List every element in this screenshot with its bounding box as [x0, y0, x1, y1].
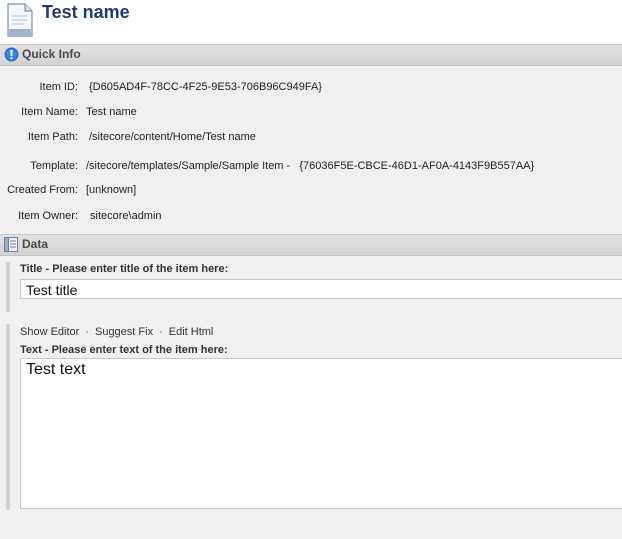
- item-id-label: Item ID:: [39, 81, 78, 93]
- edit-html-link[interactable]: Edit Html: [169, 326, 214, 338]
- item-path-label: Item Path:: [27, 131, 78, 143]
- created-from-row: Created From: [unknown]: [0, 184, 622, 200]
- title-input[interactable]: Test title: [20, 279, 622, 299]
- title-field-marker: [6, 262, 10, 312]
- item-owner-value: sitecore\admin: [90, 210, 162, 222]
- suggest-fix-link[interactable]: Suggest Fix: [95, 326, 153, 338]
- link-separator: ·: [85, 326, 89, 338]
- info-icon: [4, 47, 19, 62]
- item-name-row: Item Name: Test name: [0, 106, 622, 122]
- data-icon: [4, 237, 18, 252]
- text-field-marker: [6, 324, 10, 510]
- item-id-row: Item ID: {D605AD4F-78CC-4F25-9E53-706B96…: [0, 81, 622, 97]
- created-from-label: Created From:: [7, 184, 78, 196]
- item-owner-row: Item Owner: sitecore\admin: [0, 210, 622, 226]
- template-link[interactable]: /sitecore/templates/Sample/Sample Item -…: [86, 160, 534, 172]
- item-header: Test name: [0, 0, 622, 44]
- item-name-label: Item Name:: [21, 106, 78, 118]
- text-editor-links: Show Editor · Suggest Fix · Edit Html: [20, 326, 213, 338]
- template-row: Template: /sitecore/templates/Sample/Sam…: [0, 160, 622, 176]
- link-separator: ·: [159, 326, 163, 338]
- page-title: Test name: [42, 2, 130, 22]
- item-id-value: {D605AD4F-78CC-4F25-9E53-706B96C949FA}: [89, 81, 322, 93]
- document-icon: [7, 3, 33, 37]
- item-path-value: /sitecore/content/Home/Test name: [89, 131, 256, 143]
- show-editor-link[interactable]: Show Editor: [20, 326, 79, 338]
- created-from-value: [unknown]: [86, 184, 137, 196]
- quick-info-title: Quick Info: [22, 47, 81, 61]
- title-field-label: Title - Please enter title of the item h…: [20, 263, 229, 275]
- data-section-header[interactable]: Data: [0, 234, 622, 256]
- item-name-value: Test name: [86, 106, 137, 118]
- text-input[interactable]: Test text: [20, 358, 622, 509]
- quick-info-section-header[interactable]: Quick Info: [0, 44, 622, 66]
- item-owner-label: Item Owner:: [18, 210, 78, 222]
- data-section-title: Data: [22, 237, 49, 251]
- text-field-label: Text - Please enter text of the item her…: [20, 344, 228, 356]
- item-path-row: Item Path: /sitecore/content/Home/Test n…: [0, 131, 622, 147]
- template-label: Template:: [30, 160, 78, 172]
